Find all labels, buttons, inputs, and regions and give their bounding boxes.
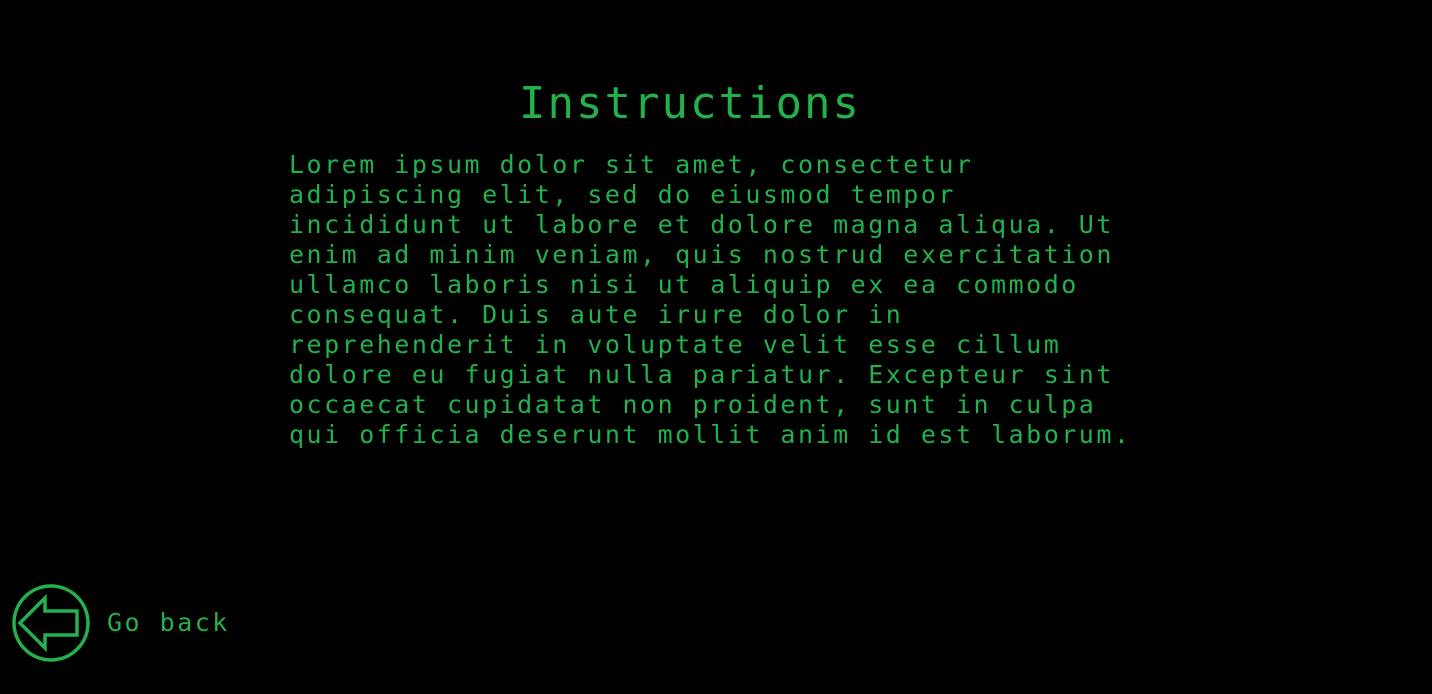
page-title: Instructions bbox=[519, 78, 861, 129]
go-back-button[interactable]: Go back bbox=[12, 584, 230, 662]
go-back-label: Go back bbox=[107, 608, 230, 637]
arrow-left-circle-icon bbox=[12, 584, 90, 662]
instructions-text: Lorem ipsum dolor sit amet, consectetur … bbox=[289, 150, 1132, 449]
